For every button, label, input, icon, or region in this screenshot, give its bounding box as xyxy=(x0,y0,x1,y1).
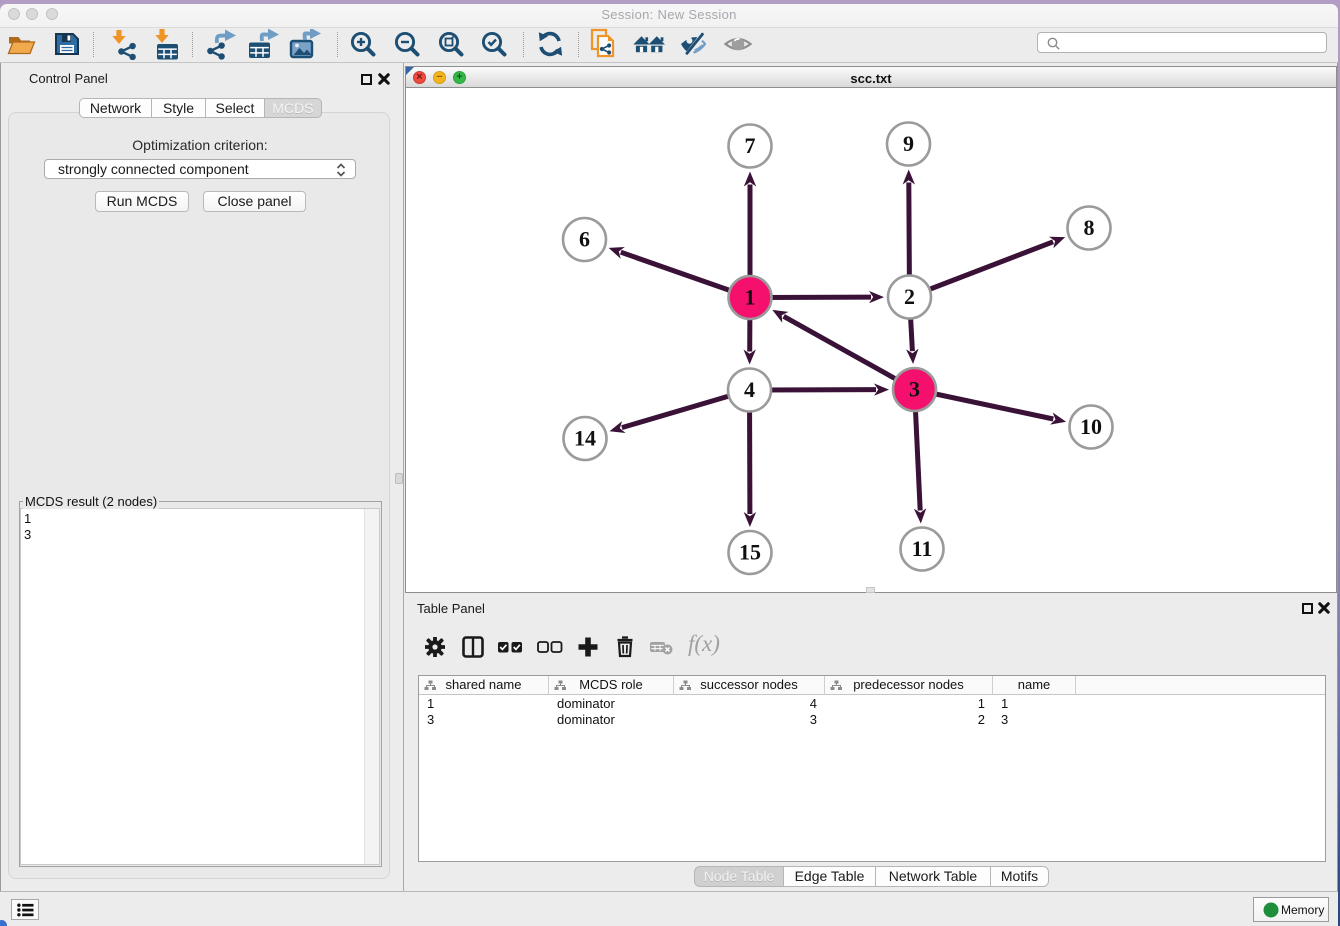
svg-text:1: 1 xyxy=(745,285,756,310)
svg-text:7: 7 xyxy=(745,133,756,158)
svg-text:3: 3 xyxy=(909,377,920,402)
svg-text:2: 2 xyxy=(904,284,915,309)
svg-text:15: 15 xyxy=(739,540,761,565)
svg-text:9: 9 xyxy=(903,131,914,156)
svg-text:6: 6 xyxy=(579,227,590,252)
svg-text:10: 10 xyxy=(1080,414,1102,439)
svg-text:14: 14 xyxy=(574,426,596,451)
svg-text:4: 4 xyxy=(744,377,755,402)
svg-text:11: 11 xyxy=(912,536,933,561)
svg-text:8: 8 xyxy=(1084,215,1095,240)
